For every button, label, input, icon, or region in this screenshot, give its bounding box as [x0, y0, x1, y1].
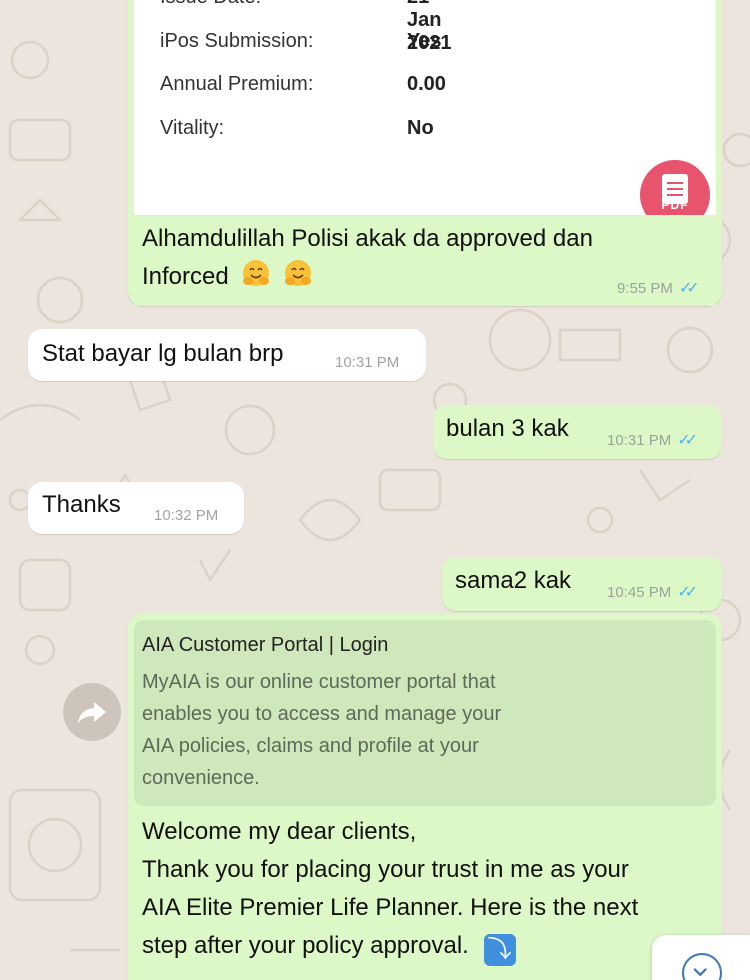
doc-row-key: Vitality: — [160, 117, 225, 139]
link-preview-description: MyAIA is our online customer portal that… — [142, 666, 612, 794]
link-preview-line: MyAIA is our online customer portal that — [142, 671, 496, 693]
message-line-text: step after your policy approval. — [142, 932, 469, 959]
doc-row-key: Annual Premium: — [160, 73, 314, 95]
message-time: 10:31 PM — [335, 354, 400, 371]
message-bubble-outgoing[interactable]: bulan 3 kak 10:31 PM ✓✓ — [433, 405, 722, 459]
message-text: Welcome my dear clients, Thank you for p… — [142, 813, 712, 966]
read-receipt-icon: ✓✓ — [677, 432, 698, 449]
message-time: 10:32 PM — [154, 507, 219, 524]
message-time: 10:31 PM ✓✓ — [607, 430, 698, 450]
doc-row-value: 0.00 — [407, 73, 446, 95]
message-line: Thank you for placing your trust in me a… — [142, 856, 629, 883]
doc-row-key: Issue Date: — [160, 0, 400, 9]
message-time: 10:45 PM ✓✓ — [607, 582, 698, 602]
read-receipt-icon: ✓✓ — [678, 280, 700, 297]
message-text: Thanks — [42, 491, 121, 518]
forward-button[interactable] — [63, 683, 121, 741]
link-preview[interactable]: AIA Customer Portal | Login MyAIA is our… — [134, 620, 716, 806]
doc-row-value: No — [407, 117, 434, 139]
time-text: 10:45 PM — [607, 584, 672, 601]
message-text: Stat bayar lg bulan brp — [42, 340, 284, 367]
link-preview-title: AIA Customer Portal | Login — [142, 634, 389, 656]
link-preview-line: enables you to access and manage your — [142, 703, 502, 725]
time-text: 10:31 PM — [607, 432, 672, 449]
chevron-down-icon — [682, 953, 722, 980]
read-receipt-icon: ✓✓ — [677, 584, 698, 601]
hugging-face-emoji-icon — [243, 260, 270, 286]
time-text: 9:55 PM — [617, 280, 673, 297]
link-preview-line: AIA policies, claims and profile at your — [142, 735, 479, 757]
forward-arrow-icon — [78, 702, 106, 723]
message-line-text: Inforced — [142, 263, 229, 290]
link-preview-line: convenience. — [142, 767, 260, 789]
message-line: step after your policy approval. ⤵ — [142, 927, 712, 966]
pdf-document-preview[interactable]: Issue Date: 21 Jan 2021 iPos Submission:… — [134, 0, 716, 215]
message-bubble-incoming[interactable]: Thanks 10:32 PM — [28, 482, 244, 534]
message-text: bulan 3 kak — [446, 415, 569, 442]
scroll-to-bottom-button[interactable] — [652, 935, 750, 980]
doc-row-value: Yes — [407, 30, 442, 52]
message-line: Alhamdulillah Polisi akak da approved da… — [142, 225, 593, 252]
message-line: Welcome my dear clients, — [142, 818, 417, 845]
message-line: AIA Elite Premier Life Planner. Here is … — [142, 894, 639, 921]
message-bubble-outgoing[interactable]: sama2 kak 10:45 PM ✓✓ — [442, 557, 722, 611]
pdf-tag: PDF — [661, 198, 689, 212]
message-time: 9:55 PM ✓✓ — [617, 278, 700, 298]
message-text: sama2 kak — [455, 567, 572, 594]
doc-row-key: iPos Submission: — [160, 30, 314, 52]
hugging-face-emoji-icon — [285, 260, 312, 286]
arrow-down-emoji-icon: ⤵ — [483, 934, 516, 966]
message-bubble-incoming[interactable]: Stat bayar lg bulan brp 10:31 PM — [28, 329, 426, 381]
